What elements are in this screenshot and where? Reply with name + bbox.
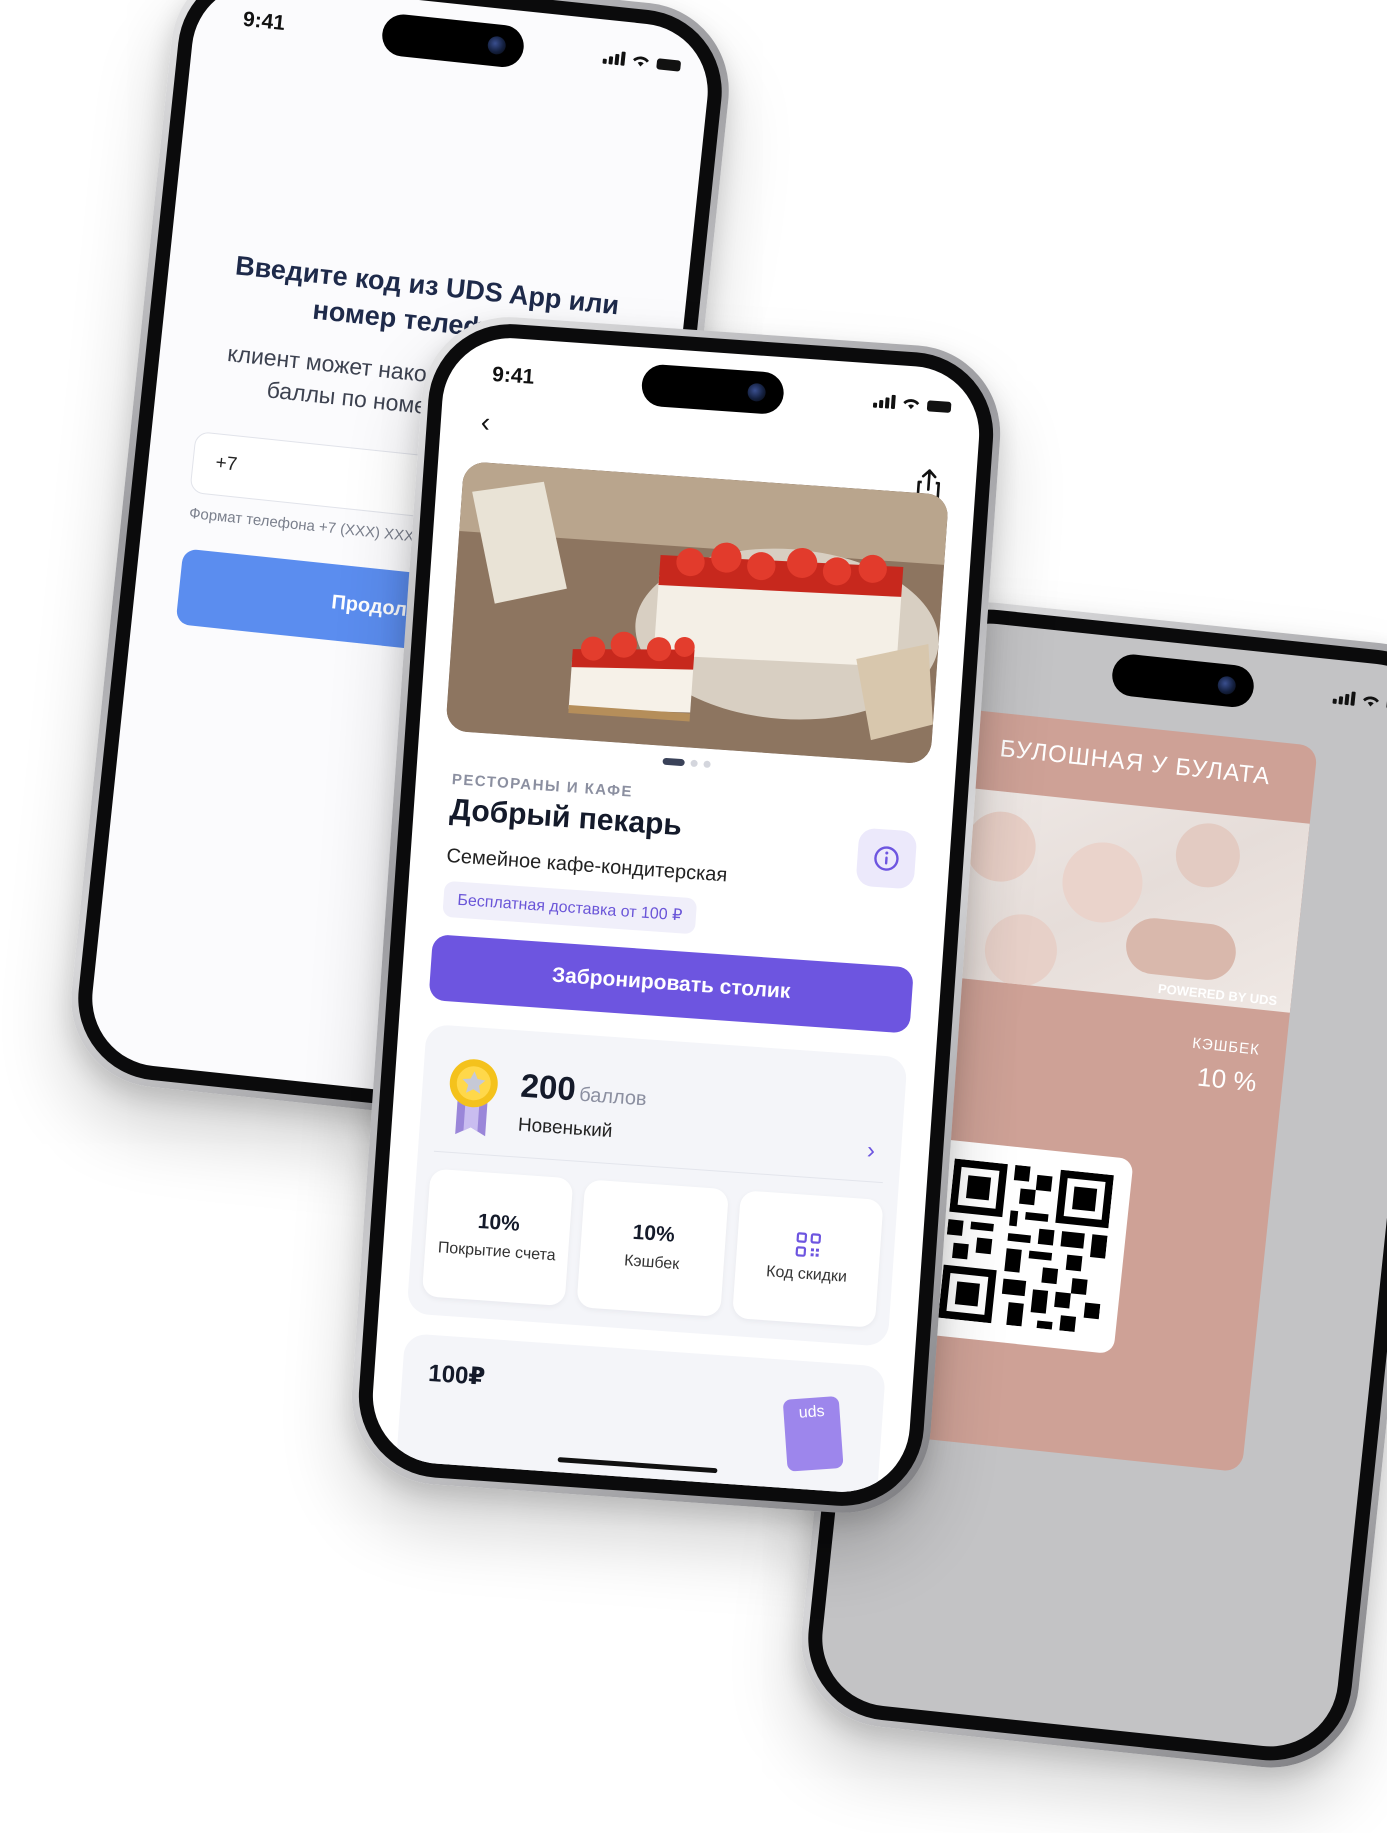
tile-discount-code[interactable]: Код скидки	[731, 1190, 884, 1328]
qr-code	[918, 1138, 1134, 1355]
loyalty-block[interactable]: 200баллов Новенький › 10% Покрытие счета…	[406, 1023, 908, 1347]
delivery-badge: Бесплатная доставка от 100 ₽	[442, 880, 698, 935]
status-icons	[602, 50, 682, 72]
chevron-right-icon[interactable]: ›	[866, 1137, 876, 1165]
stage: 9:41 Введите код из UDS App или номер те…	[0, 0, 1387, 1833]
promo-amount: 100₽	[427, 1359, 486, 1391]
dynamic-island	[380, 12, 526, 70]
wifi-icon	[1360, 693, 1381, 709]
signal-icon	[872, 394, 896, 410]
company-name: Добрый пекарь	[448, 793, 683, 843]
battery-icon	[656, 58, 682, 72]
points-value: 200баллов	[519, 1067, 648, 1114]
tile-cashback[interactable]: 10% Кэшбек	[576, 1179, 729, 1318]
company-screen: 9:41 ‹ РЕСТОРАНЫ И КАФЕ Добрый пекарь Се…	[368, 333, 984, 1497]
tile-value: 10%	[631, 1220, 676, 1247]
qr-icon	[795, 1232, 822, 1257]
tile-label: Код скидки	[765, 1263, 848, 1286]
signal-icon	[602, 50, 626, 66]
qr-code-icon	[938, 1158, 1114, 1335]
points-unit: баллов	[578, 1083, 648, 1111]
tile-label: Покрытие счета	[437, 1239, 557, 1265]
battery-icon	[926, 400, 952, 413]
back-chevron-icon[interactable]: ‹	[480, 406, 491, 438]
book-table-button[interactable]: Забронировать столик	[428, 934, 914, 1034]
cheesecake-photo[interactable]	[445, 461, 949, 765]
membership-level: Новенький	[517, 1114, 614, 1143]
dynamic-island	[640, 363, 786, 416]
dynamic-island	[1110, 652, 1256, 710]
wifi-icon	[901, 395, 922, 410]
phone-company-page: 9:41 ‹ РЕСТОРАНЫ И КАФЕ Добрый пекарь Се…	[345, 311, 1007, 1519]
info-icon[interactable]	[855, 827, 918, 890]
signal-icon	[1332, 690, 1356, 706]
status-time: 9:41	[491, 362, 535, 389]
benefit-tiles: 10% Покрытие счета 10% Кэшбек Код скидки	[421, 1168, 884, 1328]
cashback-label: КЭШБЕК	[1191, 1034, 1261, 1059]
card-title: БУЛОШНАЯ У БУЛАТА	[998, 735, 1272, 791]
company-description: Семейное кафе-кондитерская	[445, 844, 728, 887]
tile-bill-coverage[interactable]: 10% Покрытие счета	[421, 1168, 574, 1307]
tile-value: 10%	[476, 1209, 521, 1236]
macarons-image	[931, 786, 1310, 1013]
points-number: 200	[519, 1066, 577, 1108]
promo-tag-icon: uds	[782, 1395, 844, 1472]
status-time: 9:41	[241, 7, 287, 36]
wifi-icon	[630, 53, 651, 69]
status-icons	[1332, 690, 1387, 712]
promo-block[interactable]: 100₽ uds	[394, 1333, 886, 1497]
medal-icon	[443, 1055, 502, 1139]
cashback-value: 10 %	[1195, 1061, 1258, 1098]
tile-label: Кэшбек	[623, 1252, 680, 1274]
status-icons	[872, 394, 952, 413]
